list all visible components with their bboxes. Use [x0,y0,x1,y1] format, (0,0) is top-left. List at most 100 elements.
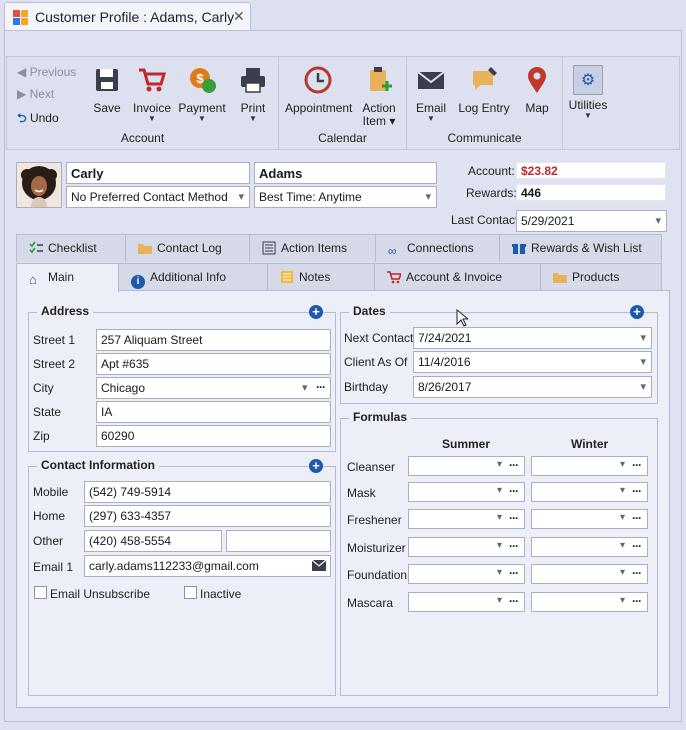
best-time-select[interactable]: Best Time: Anytime [254,186,437,208]
log-entry-button[interactable]: Log Entry [455,65,513,115]
undo-button[interactable]: ⮌ Undo [17,109,59,130]
formula-moisturizer-winter-select[interactable] [531,537,648,557]
tab-additional-info[interactable]: i Additional Info [118,263,268,291]
last-contact-label: Last Contact [451,213,519,227]
formula-row-label-mascara: Mascara [347,596,394,610]
tab-connections-label: Connections [407,241,474,255]
formula-mask-summer-select[interactable] [408,482,525,502]
formula-moisturizer-winter-more-icon[interactable]: ··· [632,539,642,553]
email-button[interactable]: Email ▼ [411,65,451,123]
next-button[interactable]: ▶ Next [17,87,54,101]
other-phone-extension[interactable] [226,530,331,552]
payment-button[interactable]: $ Payment ▼ [177,65,227,123]
formula-foundation-winter-select[interactable] [531,564,648,584]
inactive-checkbox[interactable] [184,586,197,599]
formula-freshener-winter-more-icon[interactable]: ··· [632,511,642,525]
email-unsubscribe-checkbox[interactable] [34,586,47,599]
email-label: Email 1 [33,560,74,574]
tab-account-invoice[interactable]: Account & Invoice [374,263,541,291]
mobile-input[interactable]: (542) 749-5914 [84,481,331,503]
last-contact-date[interactable]: 5/29/2021 [516,210,667,232]
tab-action-items[interactable]: Action Items [249,234,376,262]
formula-freshener-summer-more-icon[interactable]: ··· [509,511,519,525]
formula-moisturizer-summer-select[interactable] [408,537,525,557]
tab-products[interactable]: Products [540,263,662,291]
formula-moisturizer-summer-more-icon[interactable]: ··· [509,539,519,553]
previous-button[interactable]: ◀ Previous [17,65,76,79]
save-button[interactable]: Save [87,65,127,115]
email-input[interactable]: carly.adams112233@gmail.com [84,555,331,577]
state-input[interactable]: IA [96,401,331,423]
formula-cleanser-summer-more-icon[interactable]: ··· [509,458,519,472]
formula-row-label-cleanser: Cleanser [347,460,396,474]
home-phone-input[interactable]: (297) 633-4357 [84,505,331,527]
tab-checklist[interactable]: Checklist [16,234,126,262]
formula-freshener-summer-select[interactable] [408,509,525,529]
tab-connections[interactable]: ∞ Connections [375,234,500,262]
window-tab[interactable]: Customer Profile : Adams, Carly ✕ [4,2,251,30]
birthday-date[interactable]: 8/26/2017 [413,376,652,398]
send-email-icon[interactable] [312,560,326,571]
map-button[interactable]: Map [517,65,557,115]
street1-input[interactable]: 257 Aliquam Street [96,329,331,351]
other-phone-input[interactable]: (420) 458-5554 [84,530,222,552]
utilities-button[interactable]: ⚙ Utilities ▼ [565,65,611,120]
last-name-input[interactable]: Adams [254,162,437,184]
formula-mascara-summer-select[interactable] [408,592,525,612]
save-label: Save [93,101,121,115]
payment-icon: $ [190,68,216,93]
add-date-icon[interactable]: + [630,305,644,319]
utilities-label: Utilities [568,98,608,112]
print-button[interactable]: Print ▼ [231,65,275,123]
formula-mask-summer-more-icon[interactable]: ··· [509,484,519,498]
formula-foundation-summer-select[interactable] [408,564,525,584]
tab-notes[interactable]: Notes [267,263,375,291]
calendar-group-label: Calendar [318,131,367,145]
connections-icon: ∞ [388,244,397,258]
formula-mascara-summer-more-icon[interactable]: ··· [509,594,519,608]
street2-input[interactable]: Apt #635 [96,353,331,375]
formula-mask-winter-select[interactable] [531,482,648,502]
first-name-input[interactable]: Carly [66,162,250,184]
formula-foundation-winter-more-icon[interactable]: ··· [632,566,642,580]
formula-mask-winter-more-icon[interactable]: ··· [632,484,642,498]
print-label: Print [240,101,266,115]
action-item-button[interactable]: Action Item ▾ [357,65,401,128]
utilities-dropdown-icon: ▼ [584,111,592,120]
add-contact-icon[interactable]: + [309,459,323,473]
email-label: Email [415,101,446,115]
ribbon-group-utilities: ⚙ Utilities ▼ [563,57,613,149]
next-contact-date[interactable]: 7/24/2021 [413,327,652,349]
formula-cleanser-summer-select[interactable] [408,456,525,476]
avatar[interactable] [16,162,62,208]
invoice-button[interactable]: Invoice ▼ [129,65,175,123]
city-select[interactable]: Chicago [96,377,331,399]
formula-cleanser-winter-more-icon[interactable]: ··· [632,458,642,472]
appointment-button[interactable]: Appointment [285,65,353,115]
city-more-icon[interactable]: ··· [316,380,326,394]
city-dropdown-icon[interactable]: ▾ [302,381,308,394]
invoice-dropdown-icon: ▼ [148,114,156,123]
tab-contact-log[interactable]: Contact Log [125,234,250,262]
city-label: City [33,381,54,395]
add-address-icon[interactable]: + [309,305,323,319]
appointment-label: Appointment [285,101,353,115]
formula-mascara-winter-more-icon[interactable]: ··· [632,594,642,608]
birthday-label: Birthday [344,380,389,394]
zip-label: Zip [33,429,50,443]
contact-method-select[interactable]: No Preferred Contact Method [66,186,250,208]
tab-main[interactable]: ⌂ Main [16,263,119,292]
rewards-value: 446 [516,184,666,201]
next-icon: ▶ [17,87,27,101]
tab-rewards-wish-list[interactable]: Rewards & Wish List [499,234,662,262]
client-as-of-label: Client As Of [344,355,408,369]
ribbon: ◀ Previous ▶ Next ⮌ Undo Save Invoice ▼ … [6,56,680,150]
formula-mascara-winter-select[interactable] [531,592,648,612]
formula-foundation-summer-more-icon[interactable]: ··· [509,566,519,580]
client-as-of-date[interactable]: 11/4/2016 [413,351,652,373]
formula-cleanser-winter-select[interactable] [531,456,648,476]
formula-freshener-winter-select[interactable] [531,509,648,529]
ribbon-group-calendar: Appointment Action Item ▾ Calendar [279,57,407,149]
close-icon[interactable]: ✕ [233,8,245,25]
zip-input[interactable]: 60290 [96,425,331,447]
